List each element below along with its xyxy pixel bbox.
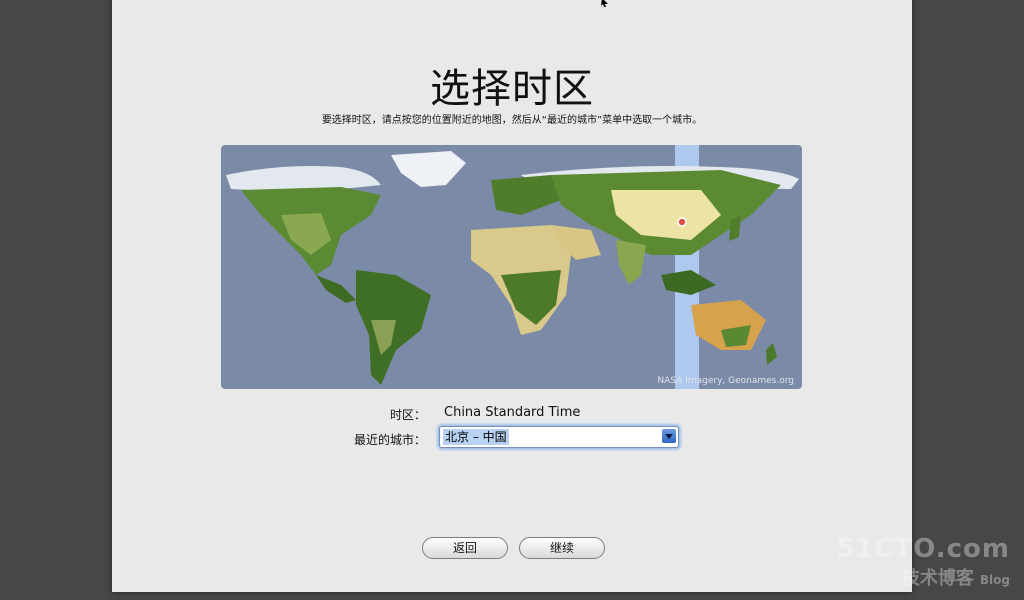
nearest-city-label: 最近的城市： bbox=[353, 433, 426, 447]
world-map[interactable]: NASA Imagery, Geonames.org bbox=[221, 145, 802, 389]
chevron-down-icon[interactable] bbox=[662, 429, 676, 443]
selected-location-pin bbox=[677, 217, 687, 227]
watermark-line1: 51CTO.com bbox=[836, 534, 1010, 564]
page-subtitle: 要选择时区，请点按您的位置附近的地图，然后从“最近的城市”菜单中选取一个城市。 bbox=[321, 115, 703, 126]
nearest-city-select[interactable]: 北京 – 中国 bbox=[439, 426, 679, 448]
watermark-line2: 技术博客 bbox=[901, 568, 974, 589]
back-button[interactable]: 返回 bbox=[422, 537, 508, 559]
watermark-blog: Blog bbox=[979, 573, 1010, 587]
setup-panel: 选择时区 要选择时区，请点按您的位置附近的地图，然后从“最近的城市”菜单中选取一… bbox=[112, 0, 912, 592]
nearest-city-value: 北京 – 中国 bbox=[443, 429, 509, 445]
continue-button[interactable]: 继续 bbox=[519, 537, 605, 559]
map-credit: NASA Imagery, Geonames.org bbox=[657, 376, 794, 386]
page-title: 选择时区 bbox=[430, 66, 594, 112]
watermark: 51CTO.com 技术博客 Blog bbox=[836, 534, 1010, 590]
mouse-cursor-icon bbox=[601, 0, 608, 7]
timezone-label: 时区： bbox=[389, 408, 426, 422]
timezone-value: China Standard Time bbox=[444, 405, 581, 420]
